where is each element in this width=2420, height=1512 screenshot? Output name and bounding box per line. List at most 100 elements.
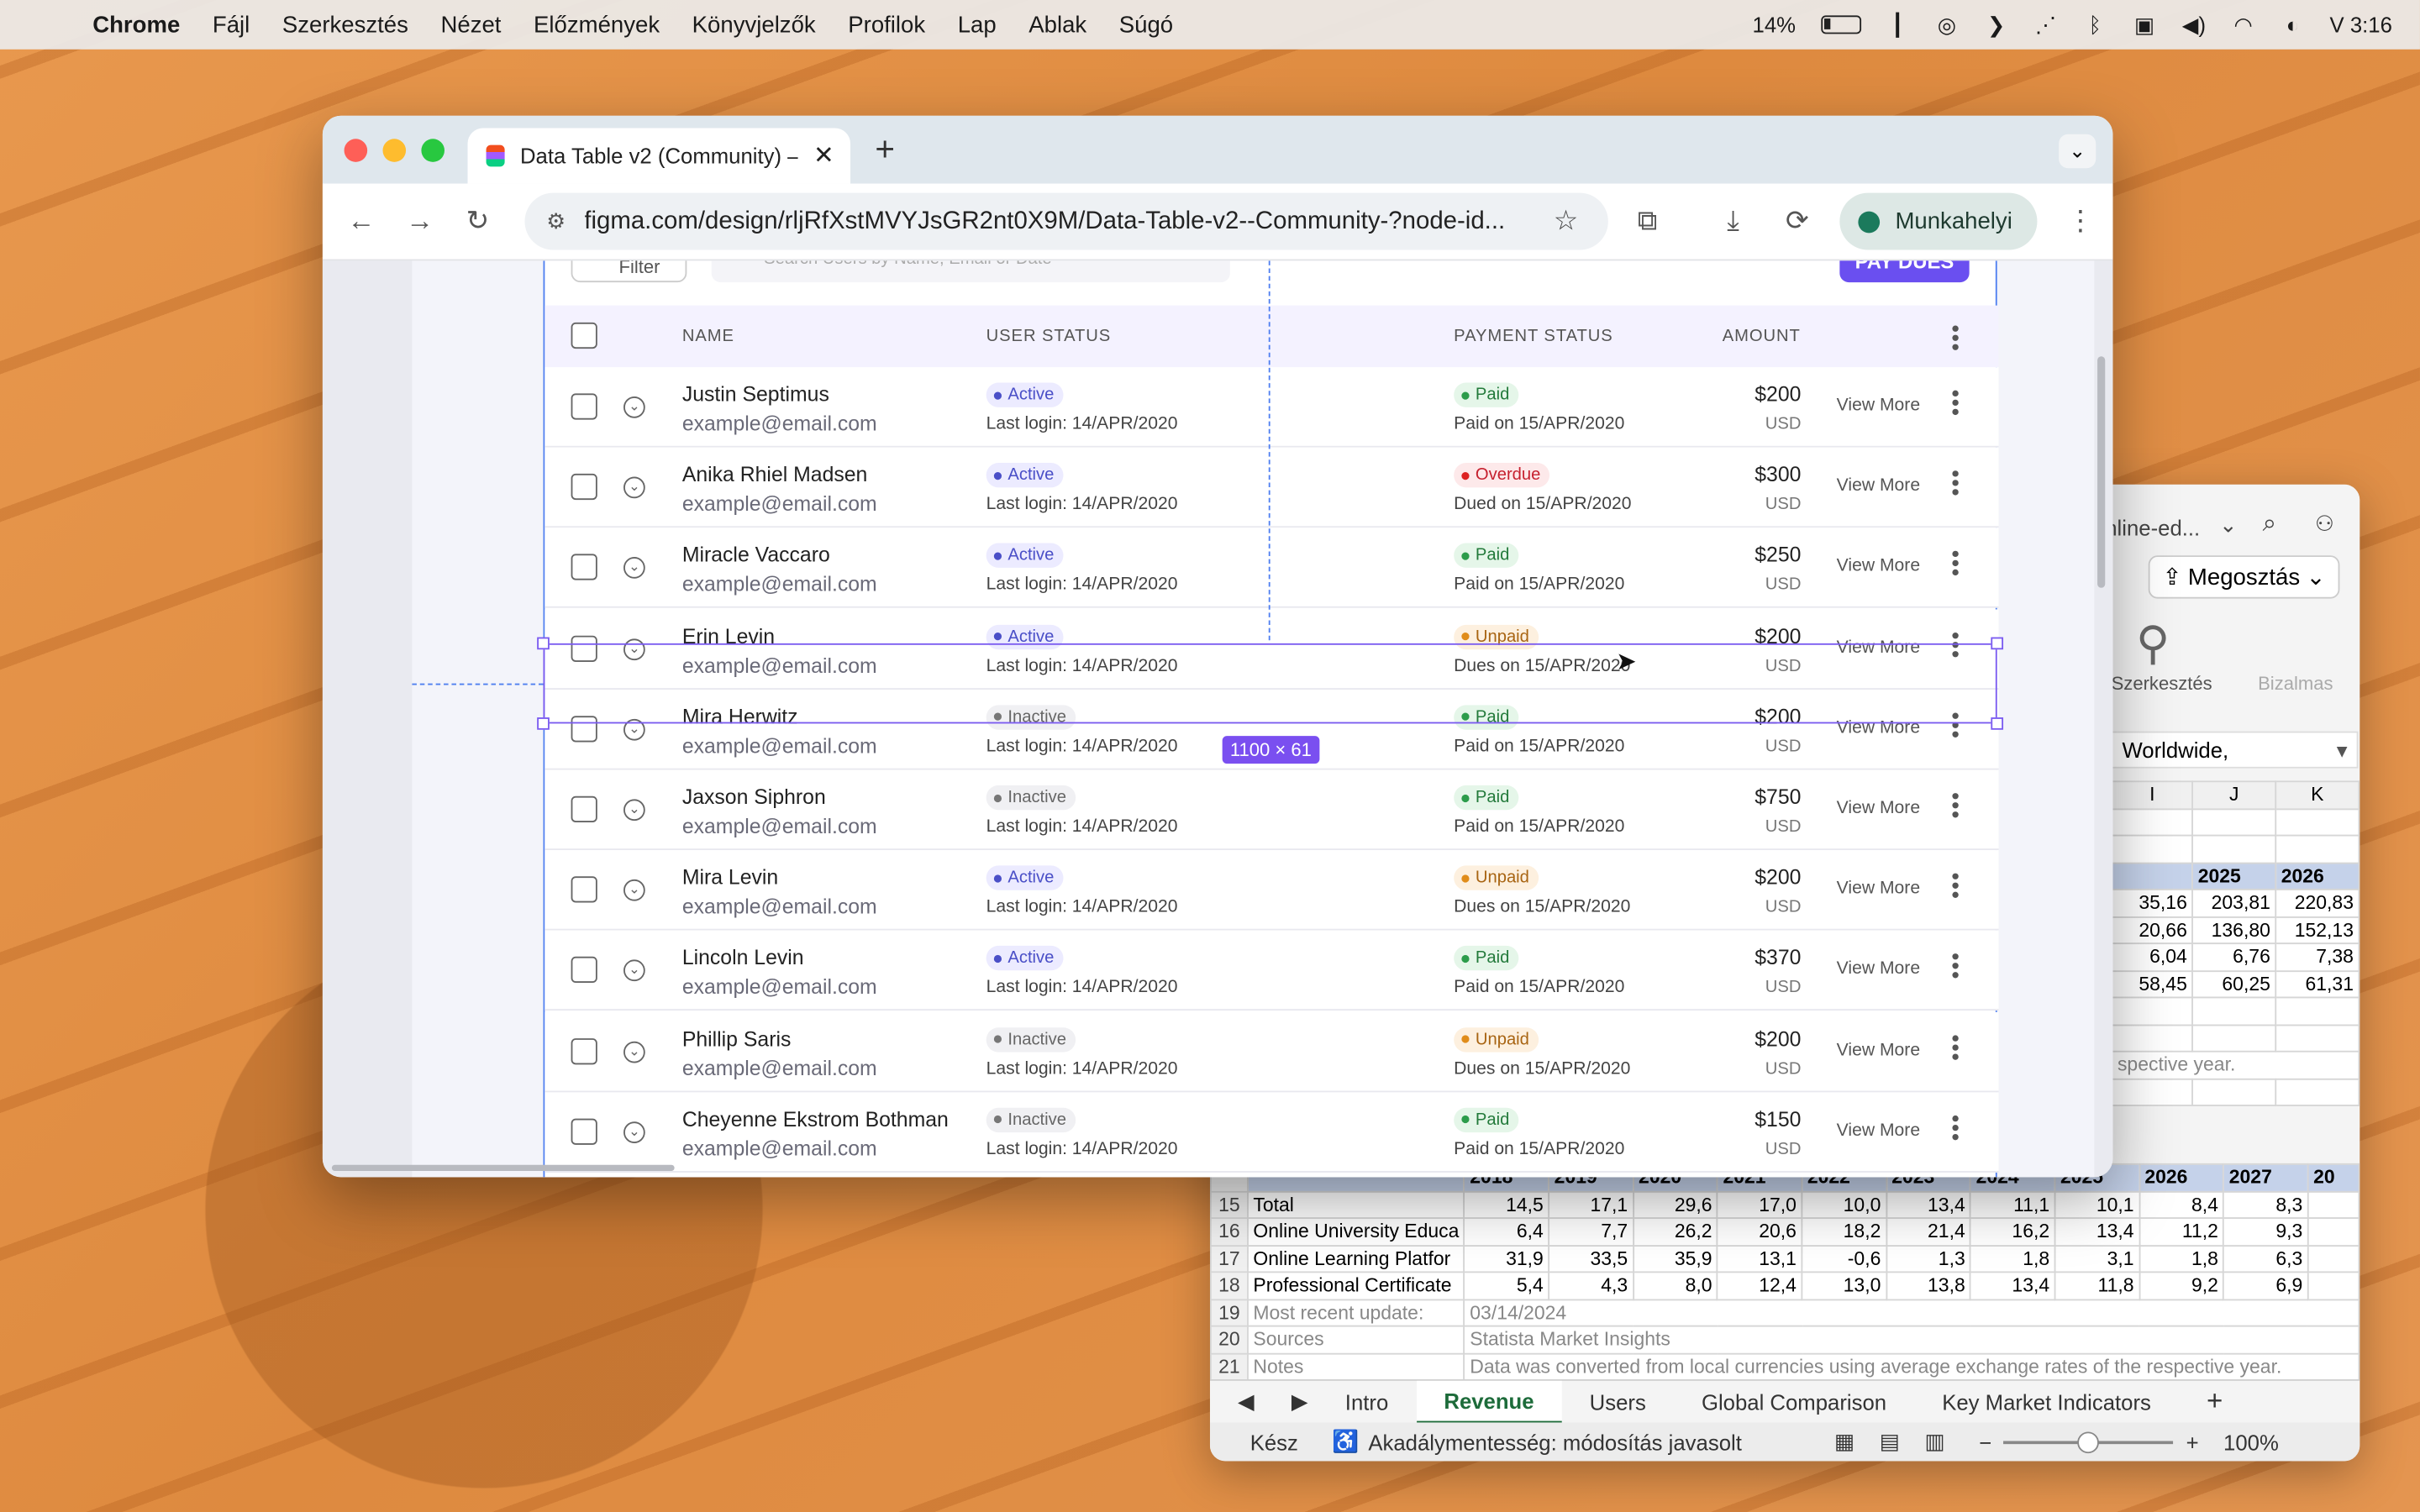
view-more-link[interactable]: View More: [1837, 879, 1920, 898]
prev-sheet-icon[interactable]: ◀: [1210, 1380, 1282, 1423]
formula-bar[interactable]: Worldwide, ▾: [2111, 731, 2359, 769]
cell[interactable]: 13,0: [1801, 1271, 1887, 1300]
close-tab-icon[interactable]: ✕: [813, 140, 834, 171]
find-icon[interactable]: ⚲: [2136, 617, 2170, 671]
row-checkbox[interactable]: [571, 876, 597, 903]
search-input[interactable]: Search Users by Name, Email or Date: [711, 260, 1230, 283]
row-checkbox[interactable]: [571, 474, 597, 501]
row-number[interactable]: 15: [1209, 1190, 1249, 1219]
cell[interactable]: 13,1: [1717, 1244, 1803, 1273]
chevron-down-icon[interactable]: ⌄: [2219, 512, 2238, 538]
cell[interactable]: 6,9: [2223, 1271, 2309, 1300]
table-row[interactable]: ⌄ Erin Levin example@email.com Active Last l…: [544, 608, 1999, 690]
cell[interactable]: 6,04: [2111, 942, 2194, 972]
row-more-icon[interactable]: [1952, 953, 1961, 982]
close-window-button[interactable]: [344, 139, 368, 162]
figma-canvas[interactable]: Filter Search Users by Name, Email or Da…: [322, 260, 2113, 1178]
column-name[interactable]: NAME: [682, 327, 734, 345]
column-user-status[interactable]: USER STATUS: [986, 327, 1112, 345]
cell[interactable]: 35,16: [2111, 888, 2194, 917]
cell[interactable]: Data was converted from local currencies…: [1463, 1352, 2360, 1381]
cell[interactable]: 136,80: [2191, 916, 2277, 945]
cell[interactable]: 03/14/2024: [1463, 1298, 2360, 1327]
cell[interactable]: 13,4: [1970, 1271, 2056, 1300]
profile-button[interactable]: Munkahelyi: [1839, 192, 2038, 250]
cell[interactable]: 16,2: [1970, 1217, 2056, 1247]
row-number[interactable]: 19: [1209, 1298, 1249, 1327]
back-icon[interactable]: ←: [347, 205, 375, 238]
page-layout-icon[interactable]: ▤: [1880, 1429, 1900, 1455]
cell[interactable]: 3,1: [2054, 1244, 2140, 1273]
pay-dues-button[interactable]: PAY DUES: [1839, 260, 1970, 283]
keyboard-icon[interactable]: ▣: [2132, 12, 2156, 38]
dropdown-arrow-icon[interactable]: ▾: [2337, 738, 2348, 764]
row-label[interactable]: Sources: [1247, 1325, 1465, 1354]
view-more-link[interactable]: View More: [1837, 477, 1920, 496]
cell[interactable]: 26,2: [1632, 1217, 1718, 1247]
view-more-link[interactable]: View More: [1837, 960, 1920, 979]
table-row[interactable]: ⌄ Anika Rhiel Madsen example@email.com Acti…: [544, 447, 1999, 528]
row-more-icon[interactable]: [1952, 712, 1961, 740]
cell[interactable]: 1,8: [1970, 1244, 2056, 1273]
add-sheet-icon[interactable]: +: [2179, 1380, 2250, 1423]
chevron-right-icon[interactable]: ❯: [1984, 12, 2008, 38]
sheet-tab-key-market-indicators[interactable]: Key Market Indicators: [1914, 1380, 2179, 1423]
cell[interactable]: 1,3: [1885, 1244, 1972, 1273]
cell[interactable]: 21,4: [1885, 1217, 1972, 1247]
row-more-icon[interactable]: [1952, 1115, 1961, 1143]
cell[interactable]: 7,7: [1548, 1217, 1634, 1247]
cell[interactable]: 17,0: [1717, 1190, 1803, 1219]
cell[interactable]: 20,6: [1717, 1217, 1803, 1247]
minimize-window-button[interactable]: [382, 139, 407, 162]
cell[interactable]: 33,5: [1548, 1244, 1634, 1273]
menu-bookmarks[interactable]: Könyvjelzők: [692, 12, 816, 38]
status-accessibility[interactable]: Akadálymentesség: módosítás javasolt: [1368, 1430, 1742, 1454]
table-row[interactable]: ⌄ Miracle Vaccaro example@email.com Active L…: [544, 528, 1999, 609]
note-cell[interactable]: spective year.: [2111, 1050, 2360, 1079]
view-more-link[interactable]: View More: [1837, 719, 1920, 738]
row-checkbox[interactable]: [571, 715, 597, 743]
page-break-icon[interactable]: ▥: [1924, 1429, 1944, 1455]
cell[interactable]: 9,2: [2139, 1271, 2225, 1300]
reload-icon[interactable]: ↻: [466, 205, 490, 238]
cell[interactable]: 13,4: [1885, 1190, 1972, 1219]
menu-app-name[interactable]: Chrome: [92, 12, 180, 38]
vertical-scrollbar[interactable]: [2097, 356, 2106, 588]
row-label[interactable]: Notes: [1247, 1352, 1465, 1381]
tab-search-chevron-icon[interactable]: ⌄: [2059, 134, 2096, 169]
new-tab-icon[interactable]: +: [875, 129, 895, 170]
row-checkbox[interactable]: [571, 1118, 597, 1145]
airdrop-icon[interactable]: ◎: [1934, 12, 1959, 38]
volume-icon[interactable]: ◀): [2181, 12, 2206, 38]
next-sheet-icon[interactable]: ▶: [1282, 1380, 1318, 1423]
clock[interactable]: V 3:16: [2330, 13, 2392, 37]
sheet-tab-global-comparison[interactable]: Global Comparison: [1674, 1380, 1914, 1423]
zoom-slider-thumb[interactable]: [2078, 1431, 2100, 1453]
view-more-link[interactable]: View More: [1837, 638, 1920, 657]
col-header[interactable]: K: [2275, 780, 2360, 810]
view-more-link[interactable]: View More: [1837, 396, 1920, 415]
expand-chevron-icon[interactable]: ⌄: [623, 799, 645, 822]
site-info-icon[interactable]: ⚙: [546, 208, 566, 234]
normal-view-icon[interactable]: ▦: [1834, 1429, 1854, 1455]
cell[interactable]: 11,2: [2139, 1217, 2225, 1247]
year-header[interactable]: 2025: [2191, 861, 2277, 890]
row-checkbox[interactable]: [571, 1037, 597, 1064]
view-more-link[interactable]: View More: [1837, 558, 1920, 576]
performance-icon[interactable]: ⟳: [1786, 205, 1809, 238]
row-more-icon[interactable]: [1952, 632, 1961, 659]
column-payment-status[interactable]: PAYMENT STATUS: [1454, 327, 1612, 345]
cell[interactable]: 58,45: [2111, 969, 2194, 999]
extensions-icon[interactable]: ⧉: [1638, 205, 1658, 238]
cell[interactable]: 5,4: [1463, 1271, 1550, 1300]
row-more-icon[interactable]: [1952, 1034, 1961, 1063]
cell[interactable]: 6,76: [2191, 942, 2277, 972]
excel-doc-title[interactable]: nline-ed...: [2105, 515, 2200, 539]
row-label[interactable]: Online Learning Platfor: [1247, 1244, 1465, 1273]
cell[interactable]: 4,3: [1548, 1271, 1634, 1300]
expand-chevron-icon[interactable]: ⌄: [623, 718, 645, 741]
cell[interactable]: 6,3: [2223, 1244, 2309, 1273]
cell[interactable]: 14,5: [1463, 1190, 1550, 1219]
cell[interactable]: 11,1: [1970, 1190, 2056, 1219]
cell[interactable]: 31,9: [1463, 1244, 1550, 1273]
